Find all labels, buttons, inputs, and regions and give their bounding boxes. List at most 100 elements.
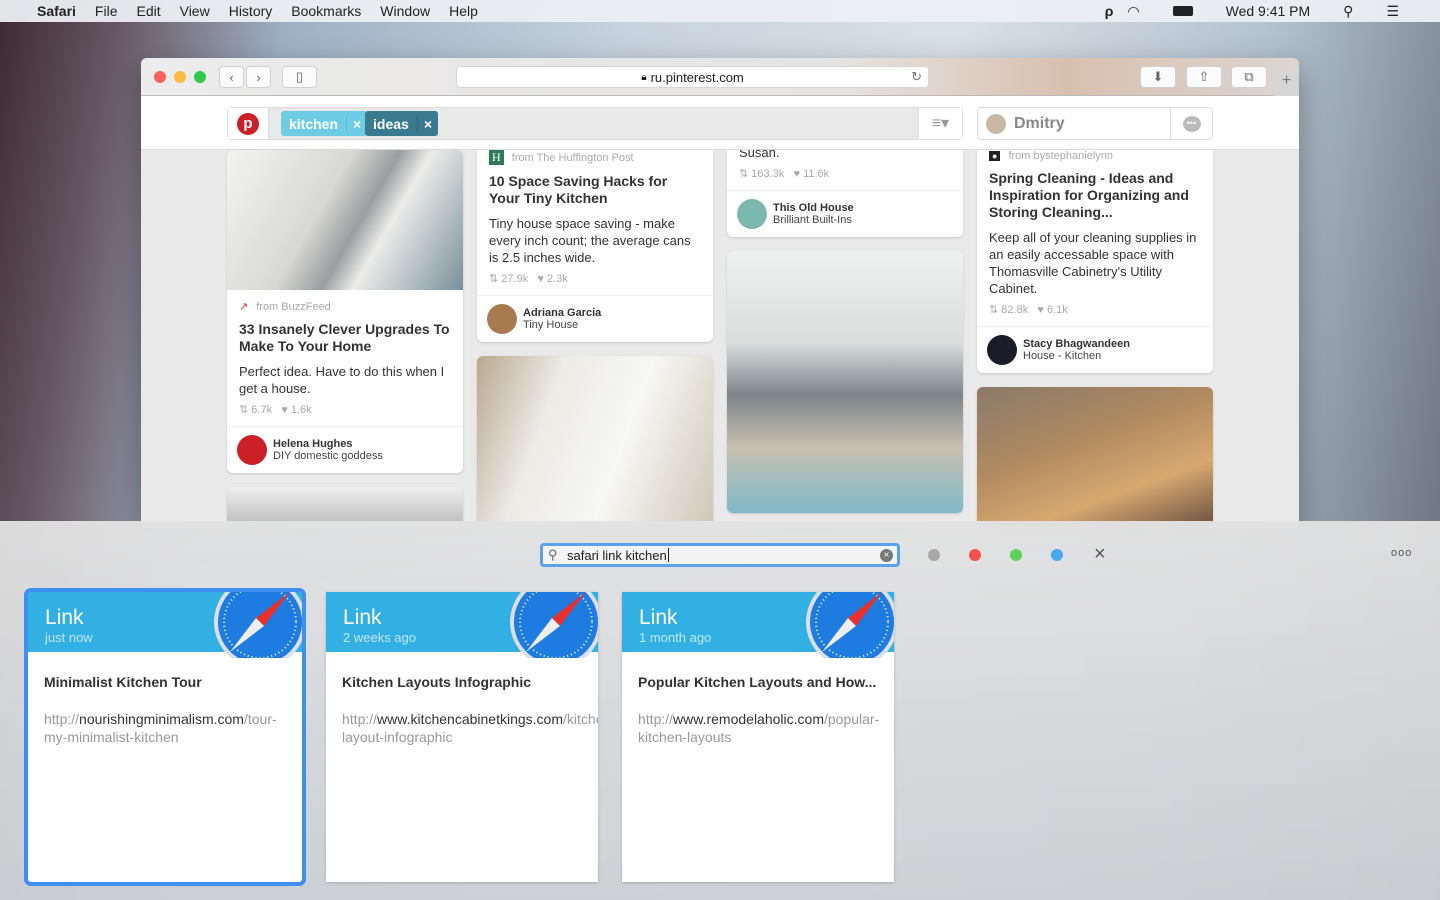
heart-icon: ♥ <box>1037 304 1047 316</box>
new-tab-button[interactable]: + <box>1274 72 1299 96</box>
pin-board[interactable]: Brilliant Built-Ins <box>773 214 854 226</box>
result-card[interactable]: Link 1 month ago Popular Kitchen Layouts … <box>622 592 894 882</box>
close-icon[interactable]: × <box>1094 543 1106 566</box>
pinterest-logo-icon: p <box>237 112 259 135</box>
remove-tag-icon[interactable]: × <box>416 115 438 132</box>
menu-edit[interactable]: Edit <box>136 3 160 19</box>
filter-gray-dot[interactable] <box>928 549 940 561</box>
pin-title[interactable]: 10 Space Saving Hacks for Your Tiny Kitc… <box>489 173 701 207</box>
menu-file[interactable]: File <box>95 3 118 19</box>
pin-owner[interactable]: This Old House <box>773 202 854 214</box>
pin-stats: ⇅ 163.3k ♥ 11.6k <box>739 167 951 180</box>
pin-stats: ⇅ 27.9k ♥ 2.3k <box>489 272 701 285</box>
pin-column-3: Susan. ⇅ 163.3k ♥ 11.6k This Old House Br… <box>727 150 963 527</box>
card-header: Link 2 weeks ago <box>326 592 598 658</box>
forward-button[interactable]: › <box>246 66 271 88</box>
menu-help[interactable]: Help <box>449 3 478 19</box>
back-button[interactable]: ‹ <box>219 66 244 88</box>
pin-owner[interactable]: Adriana Garcia <box>523 307 601 319</box>
menu-app-safari[interactable]: Safari <box>37 3 76 19</box>
user-button[interactable]: Dmitry ••• <box>977 107 1213 140</box>
pin-source[interactable]: from bystephanielynn <box>1008 150 1113 162</box>
filter-red-dot[interactable] <box>969 549 981 561</box>
repin-count: 27.9k <box>501 273 529 285</box>
card-header: Link 1 month ago <box>622 592 894 658</box>
notification-center-icon[interactable]: ☰ <box>1386 3 1399 20</box>
pin-owner[interactable]: Helena Hughes <box>273 438 383 450</box>
minimize-window-button[interactable] <box>174 71 186 83</box>
pin-title[interactable]: 33 Insanely Clever Upgrades To Make To Y… <box>239 321 451 355</box>
pin-card[interactable]: ● from bystephanielynn Spring Cleaning - … <box>977 150 1213 373</box>
pin-card[interactable]: Hfrom The Huffington Post 10 Space Savin… <box>477 150 713 342</box>
owner-avatar[interactable] <box>487 304 517 334</box>
pin-image[interactable] <box>977 387 1213 527</box>
pin-board[interactable]: DIY domestic goddess <box>273 450 383 462</box>
sidebar-button[interactable]: ▯ <box>282 66 317 88</box>
result-card[interactable]: Link just now Minimalist Kitchen Tour htt… <box>24 588 306 886</box>
search-query-text: safari link kitchen <box>567 547 667 563</box>
menu-window[interactable]: Window <box>380 3 430 19</box>
battery-icon[interactable] <box>1172 6 1193 16</box>
card-url[interactable]: http://nourishingminimalism.com/tour-my-… <box>28 690 302 746</box>
filter-blue-dot[interactable] <box>1051 549 1063 561</box>
zoom-window-button[interactable] <box>194 71 206 83</box>
tabs-overview-button[interactable]: ⧉ <box>1231 66 1267 88</box>
pin-title[interactable]: Spring Cleaning - Ideas and Inspiration … <box>989 170 1201 221</box>
menu-icon[interactable]: ≡▾ <box>918 108 962 139</box>
pin-image[interactable] <box>227 150 463 290</box>
search-tag-ideas[interactable]: ideas × <box>365 111 438 136</box>
owner-avatar[interactable] <box>237 435 267 465</box>
repin-count: 163.3k <box>751 168 785 180</box>
url-domain: www.kitchencabinetkings.com <box>377 711 564 727</box>
url-scheme: http:// <box>638 711 674 727</box>
share-button[interactable]: ⇧ <box>1186 66 1222 88</box>
pin-source[interactable]: from The Huffington Post <box>512 152 634 164</box>
pin-source[interactable]: from BuzzFeed <box>256 301 331 313</box>
search-tag-kitchen[interactable]: kitchen × <box>281 111 368 136</box>
clear-search-icon[interactable]: × <box>880 549 893 562</box>
spotlight-icon[interactable]: ⚲ <box>1343 3 1353 20</box>
safari-toolbar: ‹ › ▯ 🔒︎ ru.pinterest.com ↻ ⬇ ⇧ ⧉ + <box>141 58 1299 96</box>
owner-avatar[interactable] <box>987 335 1017 365</box>
chat-bubble-icon: ••• <box>1182 115 1201 132</box>
pin-card[interactable]: ↗ from BuzzFeed 33 Insanely Clever Upgrad… <box>227 150 463 473</box>
heart-icon: ♥ <box>537 273 547 285</box>
messages-button[interactable]: ••• <box>1170 108 1212 139</box>
menu-view[interactable]: View <box>180 3 210 19</box>
url-domain: www.remodelaholic.com <box>673 711 824 727</box>
owner-avatar[interactable] <box>737 199 767 229</box>
pin-card[interactable]: Susan. ⇅ 163.3k ♥ 11.6k This Old House Br… <box>727 150 963 237</box>
card-url[interactable]: http://www.remodelaholic.com/popular-kit… <box>622 690 894 746</box>
result-card[interactable]: Link 2 weeks ago Kitchen Layouts Infograp… <box>326 592 598 882</box>
reload-icon[interactable]: ↻ <box>911 69 922 85</box>
card-url[interactable]: http://www.kitchencabinetkings.com/kitch… <box>326 690 598 746</box>
pin-owner[interactable]: Stacy Bhagwandeen <box>1023 338 1130 350</box>
pin-board[interactable]: Tiny House <box>523 319 601 331</box>
user-avatar <box>986 114 1006 134</box>
pin-image[interactable] <box>477 356 713 526</box>
overlay-search-input[interactable]: ⚲ safari link kitchen × <box>540 543 900 567</box>
pinterest-search-bar[interactable]: p kitchen × ideas × ≡▾ <box>227 107 963 140</box>
clock[interactable]: Wed 9:41 PM <box>1226 3 1311 19</box>
like-count: 2.3k <box>546 273 568 285</box>
more-options-icon[interactable]: ooo <box>1391 547 1412 559</box>
pinterest-header: p kitchen × ideas × ≡▾ Dmitry ••• <box>141 96 1299 150</box>
pinterest-logo-button[interactable]: p <box>228 108 269 139</box>
pin-board[interactable]: House - Kitchen <box>1023 350 1130 362</box>
menu-history[interactable]: History <box>229 3 273 19</box>
filter-green-dot[interactable] <box>1010 549 1022 561</box>
repin-icon: ⇅ <box>989 304 1002 316</box>
repin-count: 82.8k <box>1001 304 1029 316</box>
address-bar[interactable]: 🔒︎ ru.pinterest.com ↻ <box>456 66 929 88</box>
url-domain: nourishingminimalism.com <box>79 711 244 727</box>
repin-icon: ⇅ <box>489 273 502 285</box>
menu-bookmarks[interactable]: Bookmarks <box>291 3 361 19</box>
buzzfeed-icon: ↗ <box>239 301 249 313</box>
pin-column-1: ↗ from BuzzFeed 33 Insanely Clever Upgrad… <box>227 150 463 528</box>
downloads-button[interactable]: ⬇ <box>1140 66 1176 88</box>
pinterest-status-icon[interactable]: ρ <box>1105 3 1114 19</box>
close-window-button[interactable] <box>154 71 166 83</box>
huffington-post-icon: H <box>489 150 504 165</box>
wifi-icon[interactable]: ◠ <box>1127 3 1139 20</box>
pin-image[interactable] <box>727 251 963 513</box>
